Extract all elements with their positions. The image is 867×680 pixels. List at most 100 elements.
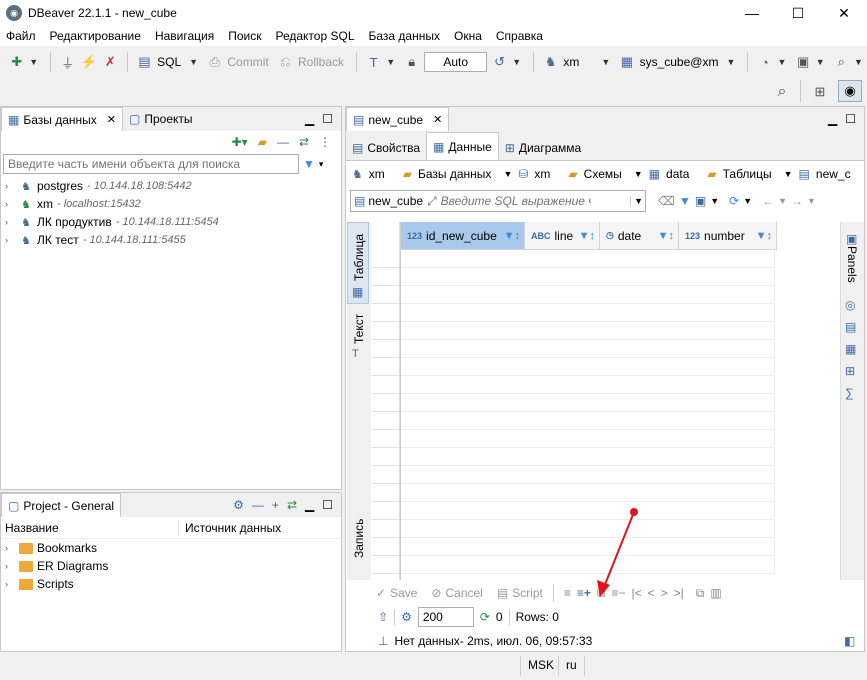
chevron-right-icon[interactable]: › (5, 561, 15, 571)
fetch-size-input[interactable] (417, 607, 474, 627)
refresh-icon[interactable]: ⟳ (480, 610, 490, 624)
rollback-icon[interactable]: ⎌ (277, 52, 294, 72)
cancel-button[interactable]: ⊘ Cancel (431, 586, 482, 600)
previous-row-icon[interactable]: < (648, 586, 655, 600)
forward-icon[interactable]: → (791, 194, 803, 208)
chevron-right-icon[interactable]: › (5, 199, 15, 209)
chevron-down-icon[interactable]: ▼ (29, 57, 38, 67)
expand-icon[interactable]: + (272, 498, 279, 512)
chevron-down-icon[interactable]: ▼ (503, 169, 512, 179)
edit-row-icon[interactable]: ≡ (564, 586, 571, 600)
breadcrumb-tables[interactable]: Таблицы (723, 167, 772, 181)
chevron-down-icon[interactable]: ▼ (630, 196, 643, 206)
refresh-settings-icon[interactable]: ⟳ (729, 194, 739, 208)
new-folder-icon[interactable]: ▰ (258, 135, 267, 149)
chevron-down-icon[interactable]: ▼ (784, 169, 793, 179)
new-connection-icon[interactable]: ✚▾ (232, 135, 248, 149)
transaction-mode-icon[interactable]: T (365, 52, 382, 72)
tree-item-er-diagrams[interactable]: › ER Diagrams (1, 557, 341, 575)
chevron-right-icon[interactable]: › (5, 579, 15, 589)
tree-item-lk-test[interactable]: › ♞ ЛК тест - 10.144.18.111:5455 (1, 231, 341, 249)
metadata-icon[interactable]: ▦ (845, 342, 856, 356)
next-row-icon[interactable]: > (661, 586, 668, 600)
minimize-button[interactable]: — (729, 0, 775, 26)
panel-toggle-icon[interactable]: ◧ (844, 634, 855, 648)
value-view-icon[interactable]: ▤ (845, 320, 856, 334)
filter-sort-icon[interactable]: ▼↕ (658, 230, 674, 242)
breadcrumb-database[interactable]: xm (534, 167, 550, 181)
calc-icon[interactable]: ∑ (845, 386, 854, 400)
search-input[interactable] (3, 154, 299, 174)
chevron-right-icon[interactable]: › (5, 217, 15, 227)
export-icon[interactable]: ⇧ (378, 610, 388, 624)
filter-icon[interactable]: ▼ (303, 157, 315, 171)
settings-icon[interactable]: ▣ (794, 52, 811, 72)
chevron-down-icon[interactable]: ▾ (319, 159, 324, 170)
new-connection-icon[interactable]: ✚ (8, 52, 25, 72)
tab-record-view[interactable]: Запись (347, 502, 369, 562)
collapse-icon[interactable]: — (252, 498, 264, 512)
filter-sort-icon[interactable]: ▼↕ (579, 230, 595, 242)
chevron-right-icon[interactable]: › (5, 181, 15, 191)
menu-search[interactable]: Поиск (228, 29, 261, 43)
expand-icon[interactable]: ⤢ (427, 194, 437, 209)
breadcrumb-databases[interactable]: Базы данных (418, 167, 491, 181)
lock-icon[interactable]: 🔒︎ (403, 52, 420, 72)
menu-edit[interactable]: Редактирование (50, 29, 141, 43)
close-icon[interactable]: ✕ (107, 113, 116, 126)
maximize-button[interactable]: ☐ (775, 0, 821, 26)
link-icon[interactable]: ⇄ (287, 498, 297, 512)
column-header-line[interactable]: ABC line ▼↕ (525, 222, 600, 250)
breadcrumb-datasource[interactable]: xm (369, 167, 385, 181)
chevron-down-icon[interactable]: ▼ (816, 57, 825, 67)
save-button[interactable]: ✓ Save (376, 586, 417, 600)
detach-icon[interactable]: ⧉ (696, 586, 705, 601)
tab-properties[interactable]: ▤ Свойства (346, 136, 426, 160)
minimize-icon[interactable]: ▁ (305, 112, 314, 126)
chevron-down-icon[interactable]: ▼ (512, 57, 521, 67)
disconnect-icon[interactable]: ✗ (102, 52, 119, 72)
tab-projects[interactable]: ▢ Проекты (123, 107, 199, 131)
sql-editor-icon[interactable]: ▤ (136, 52, 153, 72)
active-datasource[interactable]: xm (563, 55, 579, 69)
filter-sort-icon[interactable]: ▼↕ (504, 230, 520, 242)
breadcrumb-schema[interactable]: data (666, 167, 689, 181)
dashboard-icon[interactable]: ◔ (756, 52, 773, 72)
chevron-down-icon[interactable]: ▼ (189, 57, 198, 67)
script-button[interactable]: ▤ Script (497, 586, 543, 600)
dbeaver-perspective-icon[interactable]: ◉ (838, 80, 862, 102)
close-icon[interactable]: ✕ (433, 113, 442, 126)
column-header-source[interactable]: Источник данных (179, 521, 281, 535)
view-menu-icon[interactable]: ⋮ (319, 135, 331, 149)
link-with-editor-icon[interactable]: ⇄ (299, 135, 309, 149)
menu-window[interactable]: Окна (454, 29, 482, 43)
rollback-button[interactable]: Rollback (298, 55, 344, 69)
maximize-icon[interactable]: ☐ (322, 498, 333, 512)
transaction-mode-field[interactable]: Auto (424, 52, 487, 72)
tree-item-scripts[interactable]: › Scripts (1, 575, 341, 593)
gear-icon[interactable]: ⚙ (401, 610, 412, 624)
commit-icon[interactable]: ⎙ (206, 52, 223, 72)
menu-help[interactable]: Справка (496, 29, 543, 43)
commit-button[interactable]: Commit (227, 55, 268, 69)
tab-text-view[interactable]: Текст T (347, 312, 369, 372)
menu-database[interactable]: База данных (369, 29, 440, 43)
panels-icon[interactable]: ▣ (846, 232, 857, 246)
tab-project-general[interactable]: ▢ Project - General (1, 493, 122, 517)
chevron-down-icon[interactable]: ▼ (743, 196, 752, 206)
maximize-icon[interactable]: ☐ (322, 112, 333, 126)
connect-icon[interactable]: ⚡ (80, 52, 97, 72)
tab-table-view[interactable]: Таблица ▦ (347, 222, 369, 304)
chevron-right-icon[interactable]: › (5, 235, 15, 245)
collapse-all-icon[interactable]: — (277, 135, 289, 149)
search-icon[interactable]: ⌕ (772, 82, 792, 102)
breadcrumb-schemas[interactable]: Схемы (584, 167, 622, 181)
history-icon[interactable]: ↺ (491, 52, 508, 72)
column-header-name[interactable]: Название (1, 520, 179, 535)
tree-item-xm[interactable]: › ♞ xm - localhost:15432 (1, 195, 341, 213)
references-icon[interactable]: ⊞ (845, 364, 855, 378)
chevron-down-icon[interactable]: ▼ (726, 57, 735, 67)
tree-item-lk-prod[interactable]: › ♞ ЛК продуктив - 10.144.18.111:5454 (1, 213, 341, 231)
gear-icon[interactable]: ⚙ (233, 498, 244, 512)
maximize-icon[interactable]: ☐ (845, 112, 856, 126)
